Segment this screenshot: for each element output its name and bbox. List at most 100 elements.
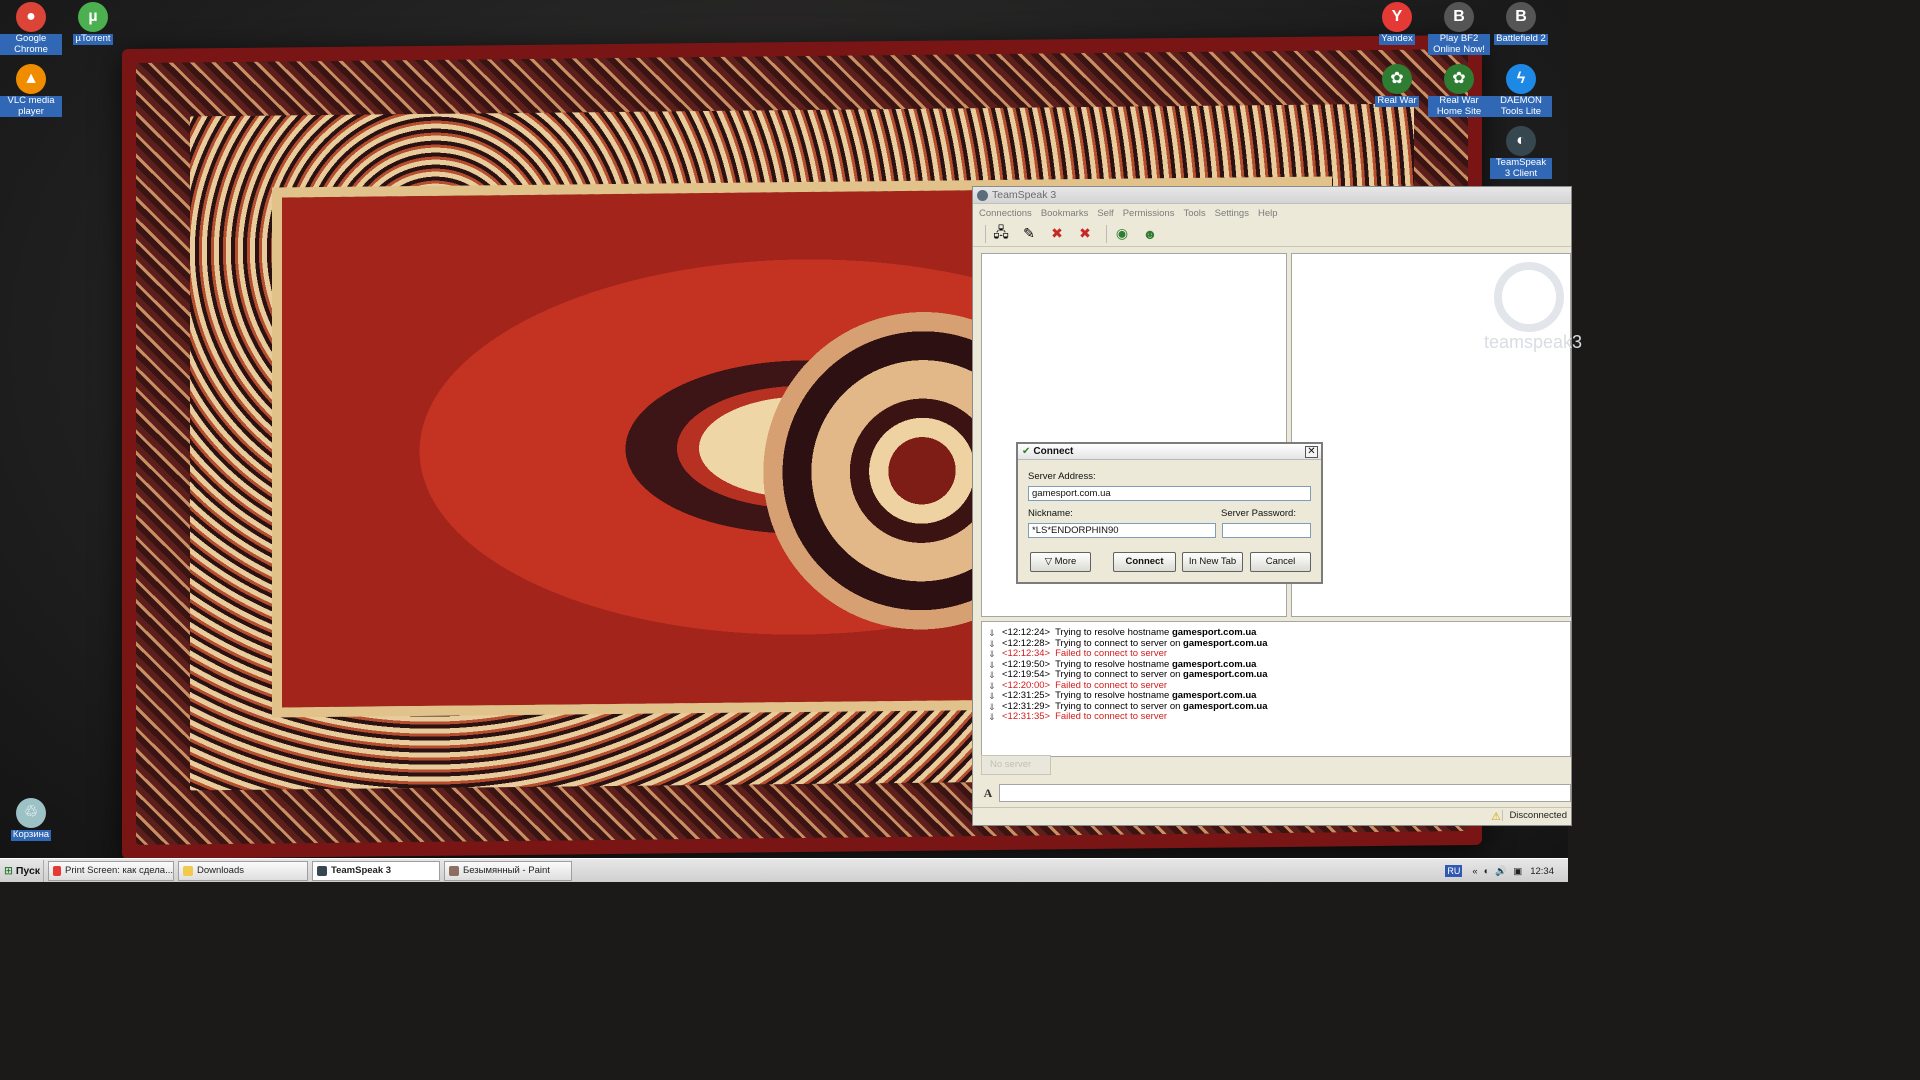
server-password-input[interactable] [1222, 523, 1311, 538]
close-icon[interactable]: ✕ [1305, 446, 1318, 458]
mute-speaker-icon[interactable]: ✖ [1074, 223, 1096, 245]
warning-icon[interactable]: ⚠ [1491, 810, 1501, 823]
connect-button[interactable]: Connect [1113, 552, 1176, 572]
tab-no-server[interactable]: No server [981, 755, 1051, 775]
taskbar-item[interactable]: TeamSpeak 3 [312, 860, 440, 881]
clock[interactable]: 12:34 [1530, 866, 1554, 877]
task-icon [53, 865, 61, 876]
log-line: ⇓ <12:12:24> Trying to resolve hostname ga… [988, 627, 1570, 639]
desktop-icon-battlefield2[interactable]: B Battlefield 2 [1490, 2, 1552, 45]
utorrent-icon: µ [78, 2, 108, 32]
desktop-icon-real-war[interactable]: ✿ Real War [1366, 64, 1428, 107]
ts-toolbar: 🖧 ✎ ✖ ✖ ◉ ☻ [973, 221, 1571, 247]
desktop-icon-label: µTorrent [73, 33, 113, 45]
desktop-icon-bf2-online[interactable]: B Play BF2 Online Now! [1428, 2, 1490, 55]
tray-expand-icon[interactable]: « [1472, 866, 1477, 877]
desktop-icon-daemon-tools[interactable]: ϟ DAEMON Tools Lite [1490, 64, 1552, 117]
text-format-icon[interactable]: A [981, 786, 995, 801]
user-icon[interactable]: ☻ [1139, 223, 1161, 245]
network-icon[interactable]: ▣ [1513, 866, 1522, 877]
menu-help[interactable]: Help [1258, 208, 1278, 219]
cancel-button[interactable]: Cancel [1250, 552, 1311, 572]
desktop-icon-vlc[interactable]: ▲ VLC media player [0, 64, 62, 117]
log-arrow-icon: ⇓ [988, 649, 996, 659]
desktop-icon-label: Real War [1375, 95, 1419, 107]
log-arrow-icon: ⇓ [988, 638, 996, 649]
log-arrow-icon: ⇓ [988, 691, 996, 701]
taskbar: ⊞ Пуск Print Screen: как сдела... Downloa… [0, 858, 1568, 882]
log-hostname: gamesport.com.ua [1183, 669, 1268, 680]
desktop-icon-real-war-site[interactable]: ✿ Real War Home Site [1428, 64, 1490, 117]
connect-dialog-titlebar[interactable]: ✔ Connect ✕ [1018, 444, 1321, 460]
chat-input[interactable] [999, 784, 1571, 802]
connect-dialog[interactable]: ✔ Connect ✕ Server Address: gamesport.co… [1016, 442, 1323, 584]
task-label: Print Screen: как сдела... [64, 865, 173, 876]
desktop-icon-label: Google Chrome [0, 33, 62, 55]
teamspeak-logo: teamspeak3 [1484, 262, 1582, 362]
vlc-icon: ▲ [16, 64, 46, 94]
more-button[interactable]: ▽ More [1030, 552, 1091, 572]
task-label: TeamSpeak 3 [331, 865, 392, 876]
log-message: Trying to resolve hostname [1055, 627, 1172, 638]
menu-settings[interactable]: Settings [1215, 208, 1249, 219]
desktop-icon-recycle-bin[interactable]: ♲ Корзина [0, 798, 62, 841]
desktop-icon-label: DAEMON Tools Lite [1490, 95, 1552, 117]
ts-menubar: Connections Bookmarks Self Permissions Tools… [973, 206, 1571, 221]
desktop-icon-utorrent[interactable]: µ µTorrent [62, 2, 124, 45]
log-message: Failed to connect to server [1055, 648, 1168, 659]
log-hostname: gamesport.com.ua [1183, 637, 1268, 649]
desktop-icon-teamspeak3[interactable]: ◐ TeamSpeak 3 Client [1490, 126, 1552, 179]
server-log: ⇓ <12:12:24> Trying to resolve hostname ga… [981, 621, 1571, 757]
nickname-input[interactable]: *LS*ENDORPHIN90 [1028, 523, 1216, 538]
log-time: <12:12:24> [1002, 627, 1051, 638]
chrome-icon: ● [16, 2, 46, 32]
log-line: ⇓ <12:19:54> Trying to connect to server o… [988, 669, 1570, 681]
log-hostname: gamesport.com.ua [1171, 627, 1257, 638]
menu-self[interactable]: Self [1097, 208, 1113, 219]
task-icon [449, 865, 459, 876]
log-time: <12:31:25> [1002, 690, 1051, 701]
ts-titlebar[interactable]: TeamSpeak 3 [973, 187, 1571, 204]
taskbar-item[interactable]: Downloads [178, 860, 308, 881]
connect-dialog-icon: ✔ [1022, 446, 1031, 457]
task-label: Downloads [197, 865, 244, 876]
start-button[interactable]: ⊞ Пуск [0, 859, 44, 882]
desktop-icon-label: Battlefield 2 [1494, 33, 1548, 45]
log-hostname: gamesport.com.ua [1171, 690, 1257, 701]
desktop-icon-chrome[interactable]: ● Google Chrome [0, 2, 62, 55]
menu-bookmarks[interactable]: Bookmarks [1041, 208, 1089, 219]
recycle-bin-icon: ♲ [16, 798, 46, 828]
bf2-online-icon: B [1444, 2, 1474, 32]
log-arrow-icon: ⇓ [988, 670, 996, 680]
teamspeak3-icon: ◐ [1506, 126, 1536, 156]
connection-status: Disconnected [1502, 810, 1567, 821]
task-icon [317, 865, 327, 876]
log-arrow-icon: ⇓ [988, 628, 996, 638]
log-time: <12:12:34> [1002, 648, 1051, 659]
daemon-tools-icon: ϟ [1506, 64, 1536, 94]
in-new-tab-button[interactable]: In New Tab [1182, 552, 1243, 572]
connect-icon[interactable]: 🖧 [990, 223, 1012, 245]
log-message: Trying to resolve hostname [1055, 690, 1172, 701]
desktop-icon-label: Корзина [10, 829, 52, 841]
taskbar-item[interactable]: Print Screen: как сдела... [48, 860, 174, 881]
task-label: Безымянный - Paint [463, 865, 550, 876]
real-war-icon: ✿ [1382, 64, 1412, 94]
language-indicator[interactable]: RU [1445, 865, 1463, 877]
log-message: Failed to connect to server [1055, 711, 1168, 722]
bookmark-icon[interactable]: ✎ [1018, 223, 1040, 245]
menu-tools[interactable]: Tools [1183, 208, 1205, 219]
mute-microphone-icon[interactable]: ✖ [1046, 223, 1068, 245]
away-icon[interactable]: ◉ [1111, 223, 1133, 245]
connect-dialog-title: Connect [1033, 446, 1074, 457]
log-line: ⇓ <12:31:35> Failed to connect to server [988, 711, 1570, 723]
desktop-icon-yandex[interactable]: Y Yandex [1366, 2, 1428, 45]
menu-connections[interactable]: Connections [979, 208, 1032, 219]
teamspeak-icon [977, 189, 988, 201]
taskbar-item[interactable]: Безымянный - Paint [444, 860, 572, 881]
server-address-input[interactable]: gamesport.com.ua [1028, 486, 1311, 501]
teamspeak-tray-icon[interactable]: ◐ [1484, 866, 1490, 877]
volume-icon[interactable]: 🔊 [1495, 866, 1507, 877]
log-arrow-icon: ⇓ [988, 659, 996, 670]
menu-permissions[interactable]: Permissions [1123, 208, 1175, 219]
